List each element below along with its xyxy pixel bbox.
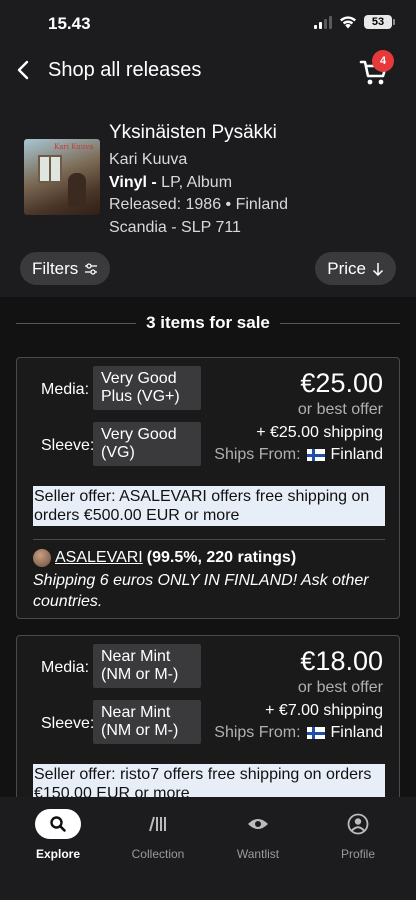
tab-collection[interactable]: Collection bbox=[108, 809, 208, 861]
listings-area[interactable]: 3 items for sale Media: Very Good Plus (… bbox=[0, 297, 416, 797]
shipping-cost: + €25.00 shipping bbox=[256, 424, 383, 441]
cover-figure bbox=[68, 173, 86, 207]
listing-price: €25.00 bbox=[300, 368, 383, 398]
album-cover[interactable]: Kari Kuuva bbox=[24, 139, 100, 215]
seller-offer-banner: Seller offer: ASALEVARI offers free ship… bbox=[33, 486, 385, 526]
price-sort-label: Price bbox=[327, 259, 366, 278]
back-icon[interactable] bbox=[12, 58, 36, 82]
ships-from-country: Finland bbox=[330, 446, 383, 463]
finland-flag-icon bbox=[306, 727, 325, 739]
shipping-cost: + €7.00 shipping bbox=[265, 702, 383, 719]
finland-flag-icon bbox=[306, 449, 325, 461]
eye-icon bbox=[248, 819, 268, 829]
search-icon bbox=[35, 809, 81, 839]
release-format: Vinyl - LP, Album bbox=[109, 174, 232, 192]
ships-from-label: Ships From: bbox=[214, 724, 301, 741]
seller-rating: (99.5%, 220 ratings) bbox=[146, 549, 297, 566]
filters-label: Filters bbox=[32, 259, 79, 278]
release-label: Scandia - SLP 711 bbox=[109, 219, 241, 236]
media-label: Media: bbox=[41, 659, 90, 676]
ships-from: Ships From: Finland bbox=[214, 446, 383, 464]
seller-offer-banner: Seller offer: risto7 offers free shippin… bbox=[33, 764, 385, 797]
tab-profile-icon-wrap bbox=[308, 809, 408, 839]
listing-card[interactable]: Media: Near Mint (NM or M-) Sleeve: Near… bbox=[16, 635, 400, 797]
tab-wantlist-icon-wrap bbox=[208, 809, 308, 839]
price-sort-button[interactable]: Price bbox=[315, 252, 396, 285]
divider bbox=[33, 539, 385, 540]
filter-row: Filters Price bbox=[0, 252, 416, 286]
format-rest: LP, Album bbox=[156, 174, 233, 191]
sleeve-grade: Near Mint (NM or M-) bbox=[93, 700, 201, 744]
release-artist: Kari Kuuva bbox=[109, 151, 188, 168]
tab-explore-icon-wrap bbox=[8, 809, 108, 839]
release-date: Released: 1986 • Finland bbox=[109, 196, 289, 213]
tab-profile[interactable]: Profile bbox=[308, 809, 408, 861]
sleeve-label: Sleeve: bbox=[41, 715, 95, 732]
listing-count-row: 3 items for sale bbox=[16, 311, 400, 335]
cart-count-badge: 4 bbox=[372, 50, 394, 72]
tab-collection-label: Collection bbox=[131, 847, 185, 861]
nav-bar: Shop all releases 4 bbox=[0, 48, 416, 94]
status-time: 15.43 bbox=[48, 14, 91, 33]
listing-card[interactable]: Media: Very Good Plus (VG+) Sleeve: Very… bbox=[16, 357, 400, 619]
cover-window bbox=[38, 155, 62, 183]
seller-comment: Shipping 6 euros ONLY IN FINLAND! Ask ot… bbox=[33, 572, 369, 610]
page-title: Shop all releases bbox=[48, 59, 202, 81]
ships-from: Ships From: Finland bbox=[214, 724, 383, 742]
best-offer-text: or best offer bbox=[297, 401, 383, 418]
battery-icon: 53 bbox=[364, 15, 395, 29]
ships-from-country: Finland bbox=[330, 724, 383, 741]
arrow-down-icon bbox=[372, 262, 384, 276]
release-title: Yksinäisten Pysäkki bbox=[109, 122, 277, 143]
tab-explore-label: Explore bbox=[35, 847, 80, 861]
profile-icon bbox=[347, 813, 369, 835]
status-bar: 15.43 53 bbox=[0, 0, 416, 48]
release-header[interactable]: Kari Kuuva Yksinäisten Pysäkki Kari Kuuv… bbox=[0, 112, 416, 242]
wifi-icon bbox=[340, 16, 356, 29]
tab-bar: Explore Collection Wantlist Profile bbox=[0, 797, 416, 900]
tab-wantlist[interactable]: Wantlist bbox=[208, 809, 308, 861]
listing-count: 3 items for sale bbox=[136, 313, 280, 332]
seller-name-link[interactable]: ASALEVARI bbox=[55, 549, 143, 567]
cover-text: Kari Kuuva bbox=[54, 143, 94, 151]
best-offer-text: or best offer bbox=[297, 679, 383, 696]
tab-wantlist-label: Wantlist bbox=[236, 847, 280, 861]
tab-explore[interactable]: Explore bbox=[8, 809, 108, 861]
tab-profile-label: Profile bbox=[340, 847, 375, 861]
sleeve-label: Sleeve: bbox=[41, 437, 95, 454]
tab-collection-icon-wrap bbox=[108, 809, 208, 839]
signal-icon bbox=[314, 15, 332, 29]
collection-icon bbox=[149, 816, 166, 832]
ships-from-label: Ships From: bbox=[214, 446, 301, 463]
sliders-icon bbox=[85, 262, 98, 275]
filters-button[interactable]: Filters bbox=[20, 252, 111, 285]
seller-info: ASALEVARI (99.5%, 220 ratings) bbox=[33, 549, 296, 567]
listing-price: €18.00 bbox=[300, 646, 383, 676]
format-bold: Vinyl - bbox=[109, 174, 157, 191]
status-icons: 53 bbox=[314, 15, 395, 29]
media-label: Media: bbox=[41, 381, 90, 398]
listing-count-wrap: 3 items for sale bbox=[16, 313, 400, 333]
seller-avatar[interactable] bbox=[33, 549, 51, 567]
media-grade: Near Mint (NM or M-) bbox=[93, 644, 201, 688]
sleeve-grade: Very Good (VG) bbox=[93, 422, 201, 466]
media-grade: Very Good Plus (VG+) bbox=[93, 366, 201, 410]
